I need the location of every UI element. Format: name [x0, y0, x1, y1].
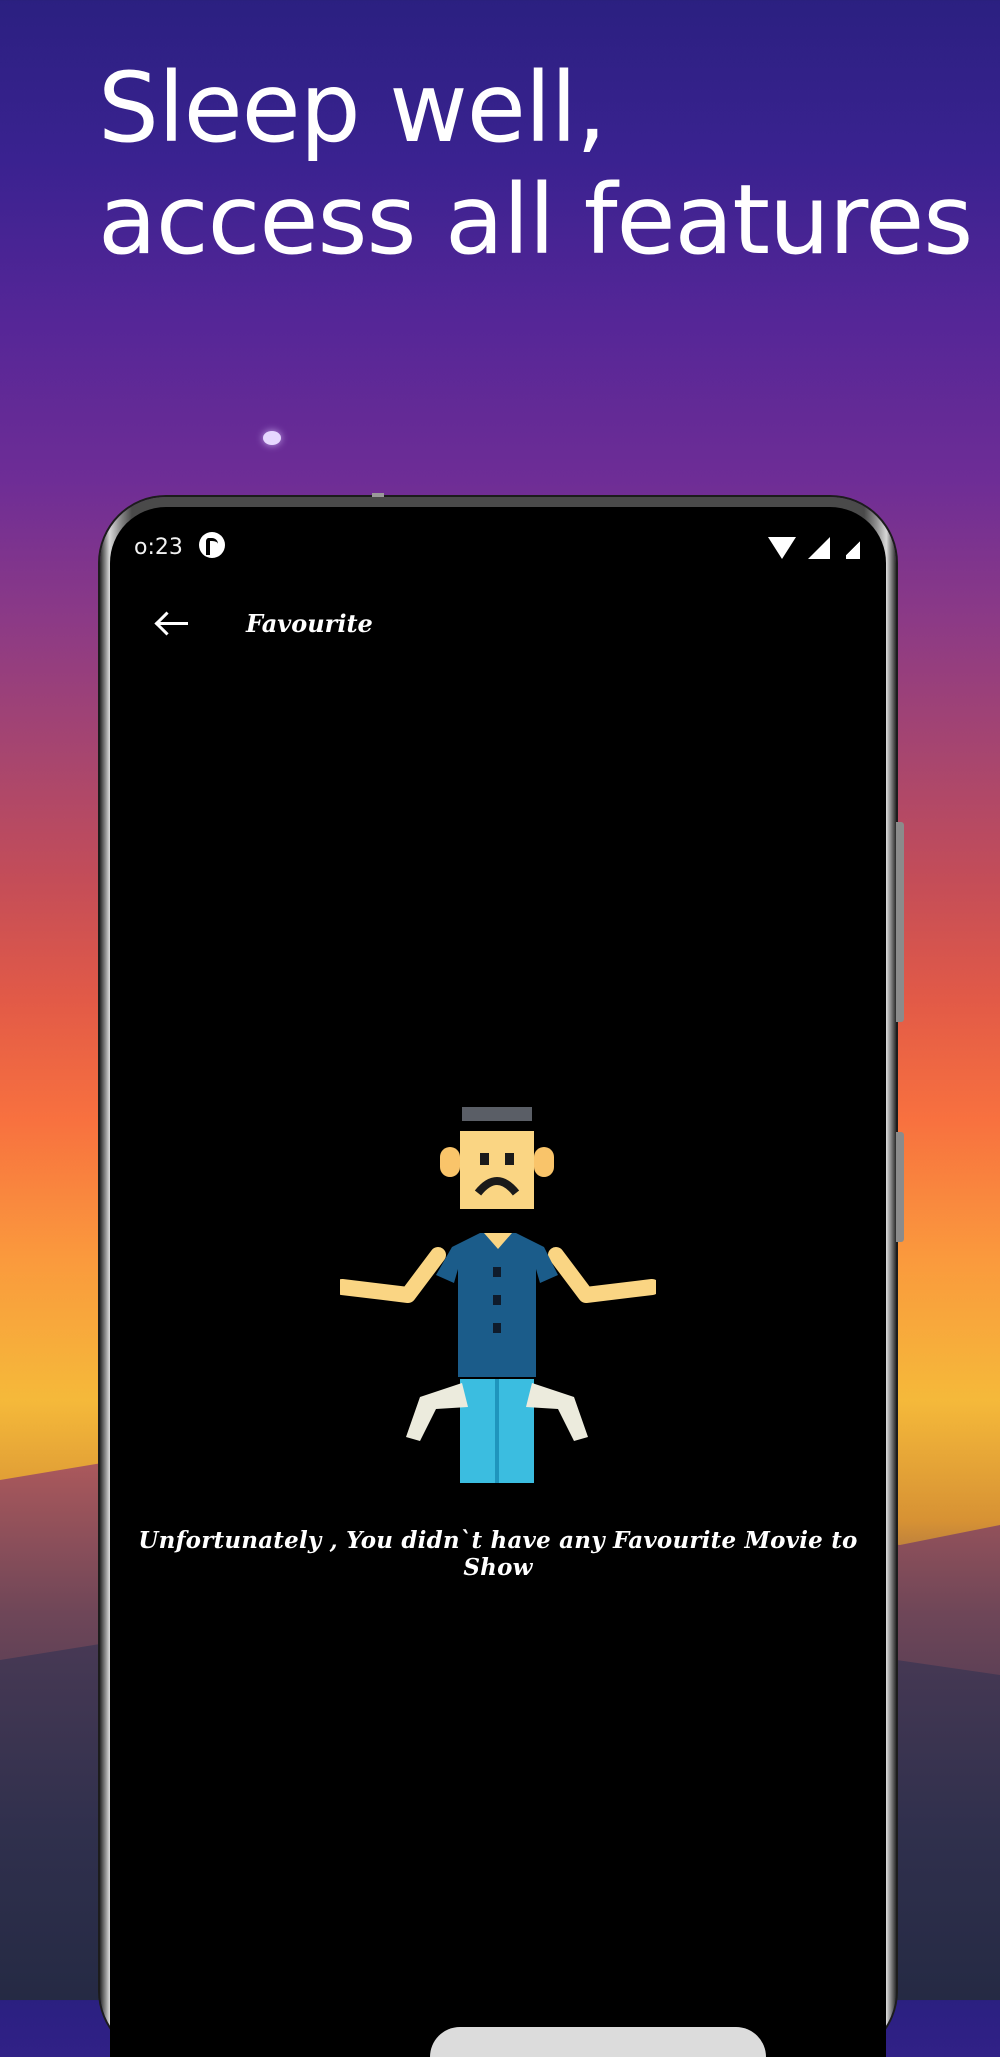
back-button[interactable]	[150, 602, 194, 646]
page-title: Favourite	[246, 609, 373, 638]
signal-icon	[808, 537, 830, 559]
empty-state-message: Unfortunately , You didn`t have any Favo…	[138, 1527, 858, 1581]
phone-top-sensor	[372, 493, 384, 497]
volume-button	[896, 822, 904, 1022]
promo-headline: Sleep well, access all features	[98, 52, 978, 276]
app-notification-icon	[199, 532, 225, 558]
phone-screen: o:23 Favourite Unfortunately , You didn`…	[110, 507, 886, 2057]
promo-headline-line1: Sleep well,	[98, 52, 607, 164]
sad-person-empty-pockets-icon	[340, 1107, 656, 1483]
app-bar: Favourite	[110, 577, 886, 677]
status-time: o:23	[134, 535, 183, 560]
power-button	[896, 1132, 904, 1242]
moon-icon	[263, 431, 281, 445]
battery-icon	[846, 537, 860, 559]
promo-headline-line2: access all features	[98, 164, 973, 276]
wifi-icon	[768, 537, 796, 559]
status-bar: o:23	[110, 507, 886, 577]
phone-frame: o:23 Favourite Unfortunately , You didn`…	[100, 493, 904, 2057]
back-arrow-icon	[156, 613, 188, 635]
home-indicator[interactable]	[430, 2027, 766, 2057]
